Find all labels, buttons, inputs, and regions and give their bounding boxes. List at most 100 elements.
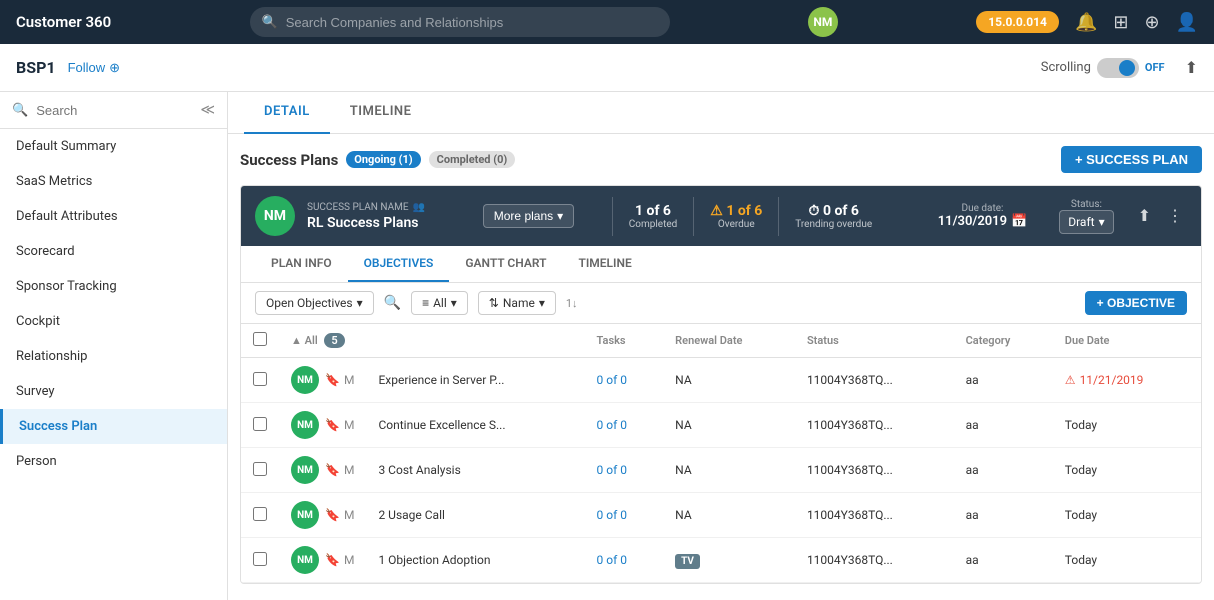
bookmark-icon[interactable]: 🔖	[325, 418, 340, 432]
row-actions: 🔖 M	[325, 463, 354, 477]
add-objective-button[interactable]: + OBJECTIVE	[1085, 291, 1187, 315]
tasks-link[interactable]: 0 of 0	[597, 508, 627, 522]
category-value: aa	[966, 508, 979, 522]
plan-actions: ⬆ ⋮	[1134, 202, 1187, 230]
tasks-link[interactable]: 0 of 0	[597, 418, 627, 432]
obj-name[interactable]: Experience in Server P...	[366, 358, 584, 403]
row-checkbox[interactable]	[253, 372, 267, 386]
tasks-link[interactable]: 0 of 0	[597, 553, 627, 567]
plan-tab-gantt-chart[interactable]: GANTT CHART	[449, 246, 562, 282]
status-dropdown[interactable]: Draft ▾	[1059, 210, 1113, 234]
row-actions: 🔖 M	[325, 508, 354, 522]
obj-name[interactable]: 1 Objection Adoption	[366, 538, 584, 583]
help-icon[interactable]: ⊕	[1144, 12, 1159, 33]
scrolling-state: OFF	[1145, 61, 1165, 74]
sort-order-indicator[interactable]: 1↓	[566, 297, 578, 310]
app-title: Customer 360	[16, 13, 111, 31]
renewal-date-value: NA	[675, 508, 692, 522]
status-cell: 11004Y368TQ...	[795, 448, 954, 493]
sidebar-item-default-attributes[interactable]: Default Attributes	[0, 199, 227, 234]
row-menu-icon[interactable]: M	[344, 418, 354, 432]
group-filter[interactable]: ≡ All ▾	[411, 291, 468, 315]
renewal-date-value: NA	[675, 418, 692, 432]
filter-lines-icon: ≡	[422, 296, 429, 310]
bookmark-icon[interactable]: 🔖	[325, 373, 340, 387]
due-date-label: Due date:	[938, 203, 1028, 214]
obj-avatar: NM	[291, 366, 319, 394]
objectives-table: ▲ All 5 Tasks Renewal Date Status Catego…	[241, 324, 1201, 583]
plan-tab-objectives[interactable]: OBJECTIVES	[348, 246, 450, 282]
tab-detail[interactable]: DETAIL	[244, 92, 330, 134]
sidebar-collapse-btn[interactable]: ≪	[200, 102, 215, 118]
scrolling-switch[interactable]	[1097, 58, 1139, 78]
sidebar-item-relationship[interactable]: Relationship	[0, 339, 227, 374]
row-checkbox[interactable]	[253, 507, 267, 521]
sidebar-item-person[interactable]: Person	[0, 444, 227, 479]
sidebar-item-scorecard[interactable]: Scorecard	[0, 234, 227, 269]
row-menu-icon[interactable]: M	[344, 553, 354, 567]
plan-tab-plan-info[interactable]: PLAN INFO	[255, 246, 348, 282]
search-input[interactable]	[286, 15, 658, 30]
global-search[interactable]: 🔍	[250, 7, 670, 37]
plan-name: RL Success Plans	[307, 215, 471, 231]
table-row: NM 🔖 M 2 Usage Call 0 of 0 NA 11004Y368T…	[241, 493, 1201, 538]
objectives-filter[interactable]: Open Objectives ▾	[255, 291, 374, 315]
bookmark-icon[interactable]: 🔖	[325, 508, 340, 522]
filter-chevron-icon: ▾	[357, 296, 363, 310]
select-all-checkbox[interactable]	[253, 332, 267, 346]
table-row: NM 🔖 M Continue Excellence S... 0 of 0 N…	[241, 403, 1201, 448]
badge-ongoing[interactable]: Ongoing (1)	[346, 151, 420, 168]
add-success-plan-button[interactable]: + SUCCESS PLAN	[1061, 146, 1202, 173]
tasks-link[interactable]: 0 of 0	[597, 463, 627, 477]
category-cell: aa	[954, 403, 1053, 448]
stat-trending: ⏱ 0 of 6 Trending overdue	[778, 197, 888, 236]
sidebar-item-sponsor-tracking[interactable]: Sponsor Tracking	[0, 269, 227, 304]
tasks-link[interactable]: 0 of 0	[597, 373, 627, 387]
more-plans-button[interactable]: More plans ▾	[483, 204, 574, 228]
row-menu-icon[interactable]: M	[344, 463, 354, 477]
obj-name[interactable]: Continue Excellence S...	[366, 403, 584, 448]
obj-name[interactable]: 3 Cost Analysis	[366, 448, 584, 493]
row-checkbox[interactable]	[253, 417, 267, 431]
share-icon[interactable]: ⬆	[1185, 58, 1198, 77]
sidebar-search-input[interactable]	[36, 103, 192, 118]
badge-completed[interactable]: Completed (0)	[429, 151, 516, 168]
obj-avatar: NM	[291, 456, 319, 484]
stat-overdue: ⚠ 1 of 6 Overdue	[693, 197, 778, 236]
user-avatar[interactable]: NM	[808, 7, 838, 37]
sidebar-item-cockpit[interactable]: Cockpit	[0, 304, 227, 339]
row-checkbox[interactable]	[253, 552, 267, 566]
notifications-icon[interactable]: 🔔	[1075, 12, 1097, 33]
objectives-search-icon[interactable]: 🔍	[384, 295, 401, 311]
plan-tab-timeline[interactable]: TIMELINE	[562, 246, 647, 282]
share-plan-icon[interactable]: ⬆	[1134, 202, 1155, 230]
scrolling-toggle: Scrolling OFF	[1041, 58, 1165, 78]
row-menu-icon[interactable]: M	[344, 508, 354, 522]
bookmark-icon[interactable]: 🔖	[325, 553, 340, 567]
sidebar-item-default-summary[interactable]: Default Summary	[0, 129, 227, 164]
header-due-date: Due Date	[1053, 324, 1201, 358]
plan-due-date: Due date: 11/30/2019 📅	[926, 203, 1040, 229]
more-options-icon[interactable]: ⋮	[1163, 202, 1187, 230]
plan-card: NM SUCCESS PLAN NAME 👥 RL Success Plans …	[240, 185, 1202, 584]
sidebar-search-bar: 🔍 ≪	[0, 92, 227, 129]
category-cell: aa	[954, 538, 1053, 583]
row-menu-icon[interactable]: M	[344, 373, 354, 387]
row-checkbox[interactable]	[253, 462, 267, 476]
tab-timeline[interactable]: TIMELINE	[330, 92, 432, 134]
sidebar-item-saas-metrics[interactable]: SaaS Metrics	[0, 164, 227, 199]
stat-completed-number: 1 of 6	[629, 203, 678, 219]
renewal-date-cell: TV	[663, 538, 795, 583]
obj-name[interactable]: 2 Usage Call	[366, 493, 584, 538]
status-cell: 11004Y368TQ...	[795, 403, 954, 448]
calendar-icon[interactable]: 📅	[1011, 214, 1027, 229]
sort-dropdown[interactable]: ⇅ Name ▾	[478, 291, 556, 315]
sidebar-item-success-plan[interactable]: Success Plan	[0, 409, 227, 444]
profile-icon[interactable]: 👤	[1176, 12, 1198, 33]
follow-label: Follow	[68, 60, 106, 75]
follow-button[interactable]: Follow ⊕	[68, 60, 120, 76]
category-cell: aa	[954, 358, 1053, 403]
grid-icon[interactable]: ⊞	[1113, 12, 1128, 33]
sidebar-item-survey[interactable]: Survey	[0, 374, 227, 409]
bookmark-icon[interactable]: 🔖	[325, 463, 340, 477]
